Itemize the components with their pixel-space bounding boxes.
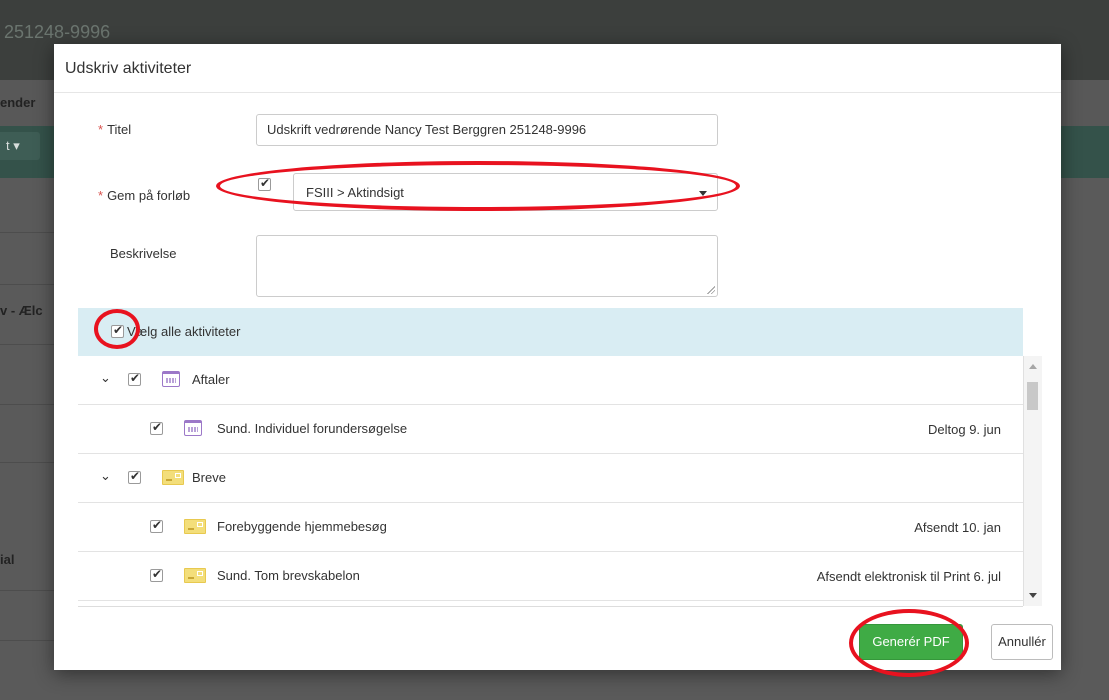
- item-label: Sund. Individuel forundersøgelse: [217, 421, 408, 436]
- background-row-divider: [0, 590, 60, 591]
- background-toolbar-button: t ▾: [0, 132, 40, 160]
- select-all-row[interactable]: Vælg alle aktiviteter: [78, 308, 1023, 357]
- item-status: Deltog 9. jun: [928, 422, 1001, 437]
- chevron-down-icon[interactable]: ⌄: [100, 468, 111, 484]
- item-status: Afsendt 10. jan: [914, 520, 1001, 535]
- dialog-title: Udskriv aktiviteter: [65, 60, 192, 77]
- list-scrollbar[interactable]: [1023, 356, 1042, 606]
- forloeb-select[interactable]: FSIII > Aktindsigt: [293, 173, 718, 211]
- item-label: Sund. Tom brevskabelon: [217, 568, 360, 583]
- chevron-down-icon: [699, 191, 707, 196]
- cancel-button[interactable]: Annullér: [991, 624, 1053, 660]
- item-checkbox[interactable]: [150, 518, 163, 533]
- activity-list: ⌄ Aftaler Sund. Individuel forundersøgel…: [78, 356, 1023, 607]
- generate-pdf-button[interactable]: Generér PDF: [859, 624, 963, 660]
- gem-checkbox[interactable]: [258, 176, 271, 191]
- background-row-divider: [0, 284, 60, 285]
- letter-icon: [184, 568, 206, 583]
- print-activities-dialog: Udskriv aktiviteter * Titel Udskrift vedr…: [54, 44, 1061, 670]
- titel-label: * Titel: [98, 122, 132, 137]
- list-item[interactable]: Sund. Individuel forundersøgelse Deltog …: [78, 405, 1023, 454]
- beskrivelse-label: Beskrivelse: [110, 246, 177, 261]
- background-row-divider: [0, 462, 60, 463]
- background-row-divider: [0, 344, 60, 345]
- group-checkbox[interactable]: [128, 469, 141, 484]
- select-all-checkbox[interactable]: [111, 323, 124, 338]
- chevron-down-icon[interactable]: ⌄: [100, 370, 111, 386]
- group-label: Aftaler: [192, 372, 230, 387]
- group-row-aftaler[interactable]: ⌄ Aftaler: [78, 356, 1023, 405]
- group-checkbox[interactable]: [128, 371, 141, 386]
- beskrivelse-textarea[interactable]: [256, 235, 718, 297]
- background-side-label: v - Ælc: [0, 303, 43, 318]
- list-item[interactable]: Sund. Tom brevskabelon Afsendt elektroni…: [78, 552, 1023, 601]
- select-all-label: Vælg alle aktiviteter: [127, 324, 241, 339]
- forloeb-select-value: FSIII > Aktindsigt: [306, 185, 404, 200]
- item-status: Afsendt elektronisk til Print 6. jul: [816, 569, 1001, 584]
- titel-input[interactable]: Udskrift vedrørende Nancy Test Berggren …: [256, 114, 718, 146]
- background-row-divider: [0, 232, 60, 233]
- scroll-down-icon[interactable]: [1029, 593, 1037, 598]
- calendar-icon: [184, 420, 202, 436]
- item-checkbox[interactable]: [150, 420, 163, 435]
- background-side-label: ial: [0, 552, 15, 567]
- group-row-breve[interactable]: ⌄ Breve: [78, 454, 1023, 503]
- calendar-icon: [162, 371, 180, 387]
- letter-icon: [162, 470, 184, 485]
- dialog-divider: [54, 92, 1061, 93]
- scroll-up-icon[interactable]: [1029, 364, 1037, 369]
- item-label: Forebyggende hjemmebesøg: [217, 519, 387, 534]
- background-nav-label: ender: [0, 95, 36, 110]
- group-label: Breve: [192, 470, 226, 485]
- list-item[interactable]: Forebyggende hjemmebesøg Afsendt 10. jan: [78, 503, 1023, 552]
- required-marker: *: [98, 188, 104, 203]
- required-marker: *: [98, 122, 104, 137]
- background-page-title: 251248-9996: [4, 22, 111, 42]
- background-row-divider: [0, 404, 60, 405]
- resize-handle-icon[interactable]: [707, 286, 715, 294]
- background-row-divider: [0, 640, 60, 641]
- scrollbar-thumb[interactable]: [1027, 382, 1038, 410]
- gem-label: * Gem på forløb: [98, 188, 191, 203]
- item-checkbox[interactable]: [150, 567, 163, 582]
- letter-icon: [184, 519, 206, 534]
